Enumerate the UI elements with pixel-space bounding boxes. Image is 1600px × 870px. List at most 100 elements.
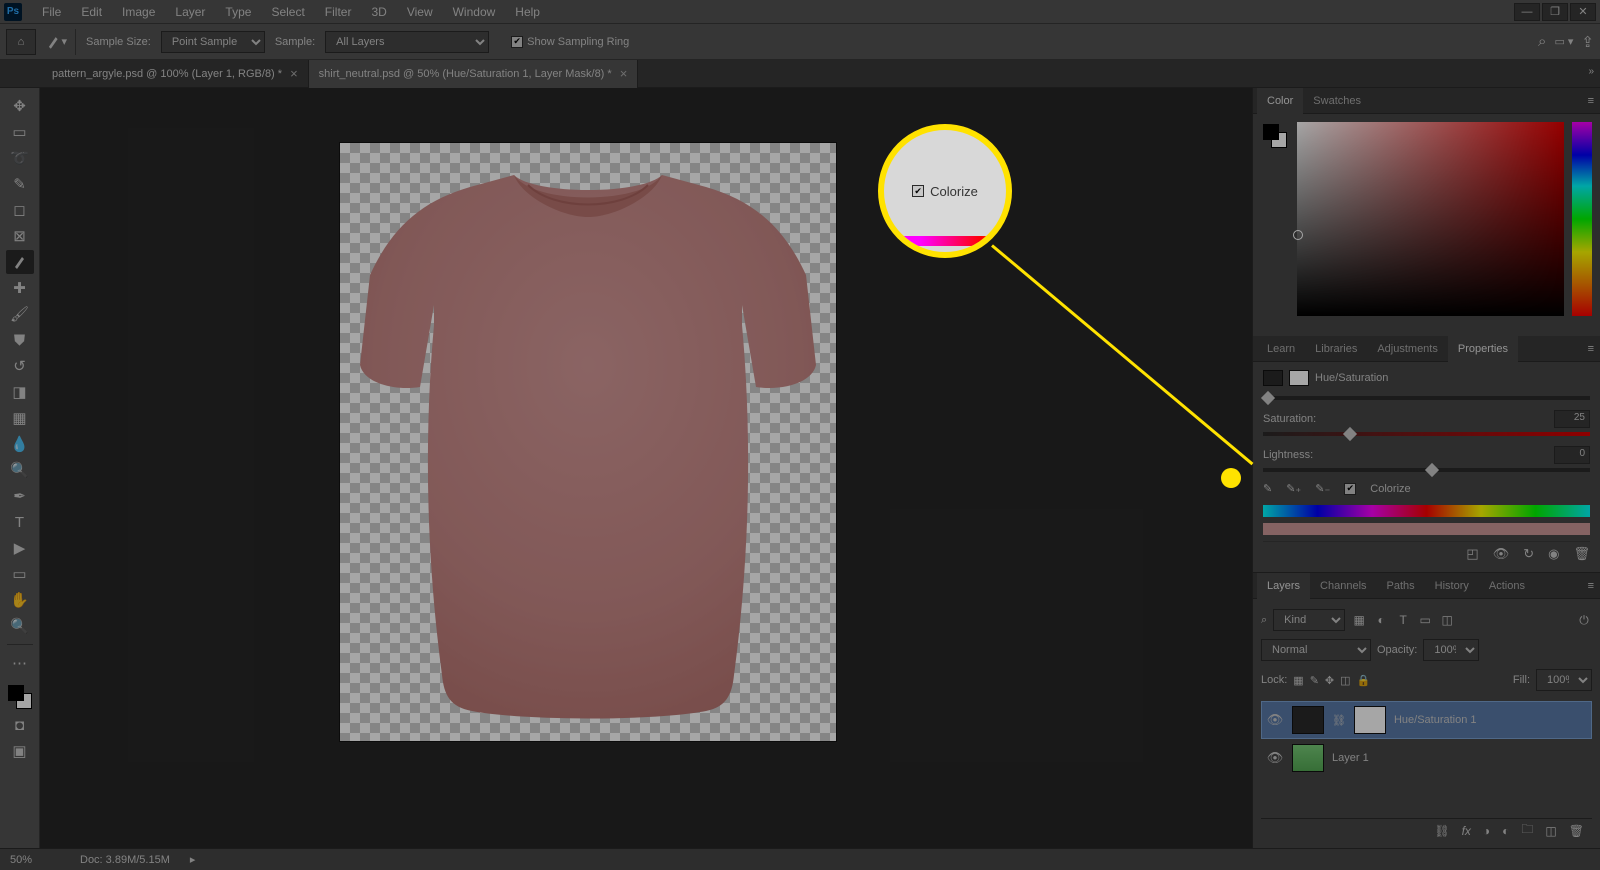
sample-size-select[interactable]: Point Sample [161, 31, 265, 53]
filter-kind-select[interactable]: Kind [1273, 609, 1345, 631]
workspace-icon[interactable]: ▭ ▾ [1554, 35, 1573, 48]
filter-pixel-icon[interactable]: ▦ [1351, 613, 1367, 627]
lock-brush-icon[interactable]: ✎ [1310, 674, 1319, 687]
tab-learn[interactable]: Learn [1257, 336, 1305, 362]
trash-icon[interactable]: 🗑 [1569, 824, 1584, 838]
lock-transparency-icon[interactable]: ▦ [1293, 674, 1303, 687]
filter-shape-icon[interactable]: ▭ [1417, 613, 1433, 627]
menu-filter[interactable]: Filter [315, 5, 362, 19]
menu-type[interactable]: Type [215, 5, 261, 19]
screen-mode-toggle[interactable]: ▣ [6, 739, 34, 763]
visibility-icon[interactable]: 👁 [1266, 712, 1284, 728]
pen-tool[interactable]: ✒ [6, 484, 34, 508]
trash-icon[interactable]: 🗑 [1573, 546, 1590, 562]
link-layers-icon[interactable]: ⛓ [1434, 824, 1449, 838]
fx-icon[interactable]: fx [1462, 824, 1471, 838]
home-button[interactable]: ⌂ [6, 29, 36, 55]
group-icon[interactable]: 🗀 [1521, 820, 1533, 841]
fg-swatch[interactable] [8, 685, 24, 701]
hue-slider[interactable] [1572, 122, 1592, 316]
doc-info[interactable]: Doc: 3.89M/5.15M [80, 854, 170, 866]
panel-menu-icon[interactable]: ≡ [1588, 580, 1594, 592]
preview-icon[interactable]: ◉ [1548, 546, 1559, 562]
menu-3d[interactable]: 3D [361, 5, 396, 19]
type-tool[interactable]: T [6, 510, 34, 534]
clip-icon[interactable]: ◰ [1466, 546, 1478, 562]
fill-input[interactable]: 100% [1536, 669, 1592, 691]
crop-tool[interactable]: ◻ [6, 198, 34, 222]
move-tool[interactable]: ✥ [6, 94, 34, 118]
tab-layers[interactable]: Layers [1257, 573, 1310, 599]
gradient-tool[interactable]: ▦ [6, 406, 34, 430]
opacity-input[interactable]: 100% [1423, 639, 1479, 661]
healing-tool[interactable]: ✚ [6, 276, 34, 300]
window-close[interactable]: ✕ [1570, 3, 1596, 21]
reset-icon[interactable]: ↻ [1523, 546, 1534, 562]
filter-adjust-icon[interactable]: ◐ [1373, 613, 1389, 627]
current-tool-icon[interactable]: ▾ [46, 29, 76, 55]
close-icon[interactable]: × [290, 66, 298, 81]
eyedropper-icon[interactable]: ✎ [1263, 482, 1272, 495]
doc-tab-1[interactable]: shirt_neutral.psd @ 50% (Hue/Saturation … [309, 60, 639, 88]
filter-toggle-icon[interactable]: ⏻ [1576, 613, 1592, 628]
layer-item-hs[interactable]: 👁 ⛓ Hue/Saturation 1 [1261, 701, 1592, 739]
quick-select-tool[interactable]: ✎ [6, 172, 34, 196]
new-layer-icon[interactable]: ◫ [1545, 824, 1556, 838]
saturation-slider[interactable] [1263, 432, 1590, 436]
lock-position-icon[interactable]: ✥ [1325, 674, 1334, 687]
search-icon[interactable]: ⌕ [1538, 33, 1546, 50]
eyedropper-tool[interactable] [6, 250, 34, 274]
share-icon[interactable]: ⇪ [1581, 33, 1594, 51]
lightness-input[interactable]: 0 [1554, 446, 1590, 464]
filter-smart-icon[interactable]: ◫ [1439, 613, 1455, 627]
lock-all-icon[interactable]: 🔒 [1357, 674, 1371, 687]
visibility-icon[interactable]: 👁 [1266, 750, 1284, 766]
tab-adjustments[interactable]: Adjustments [1367, 336, 1448, 362]
lasso-tool[interactable]: ➰ [6, 146, 34, 170]
menu-help[interactable]: Help [505, 5, 550, 19]
mask-add-icon[interactable]: ◑ [1483, 824, 1490, 838]
tab-actions[interactable]: Actions [1479, 573, 1535, 599]
edit-toolbar[interactable]: ⋯ [6, 651, 34, 675]
panel-menu-icon[interactable]: ≡ [1588, 343, 1594, 355]
link-icon[interactable]: ⛓ [1332, 714, 1346, 727]
tab-overflow-icon[interactable]: » [1588, 66, 1594, 77]
tab-color[interactable]: Color [1257, 88, 1303, 114]
panel-menu-icon[interactable]: ≡ [1588, 95, 1594, 107]
tab-history[interactable]: History [1425, 573, 1479, 599]
fg-bg-mini[interactable] [1261, 122, 1289, 150]
stamp-tool[interactable]: ⛊ [6, 328, 34, 352]
eyedropper-sub-icon[interactable]: ✎₋ [1315, 482, 1330, 495]
eraser-tool[interactable]: ◨ [6, 380, 34, 404]
tab-properties[interactable]: Properties [1448, 336, 1518, 362]
sample-select[interactable]: All Layers [325, 31, 489, 53]
menu-window[interactable]: Window [443, 5, 506, 19]
path-select-tool[interactable]: ▶ [6, 536, 34, 560]
lightness-slider[interactable] [1263, 468, 1590, 472]
marquee-tool[interactable]: ▭ [6, 120, 34, 144]
tab-libraries[interactable]: Libraries [1305, 336, 1367, 362]
frame-tool[interactable]: ⊠ [6, 224, 34, 248]
menu-edit[interactable]: Edit [71, 5, 112, 19]
visibility-icon[interactable]: 👁 [1493, 546, 1510, 562]
hand-tool[interactable]: ✋ [6, 588, 34, 612]
window-restore[interactable]: ❐ [1542, 3, 1568, 21]
menu-file[interactable]: File [32, 5, 71, 19]
mask-icon[interactable] [1289, 370, 1309, 386]
menu-image[interactable]: Image [112, 5, 165, 19]
hue-slider-track[interactable] [1263, 396, 1590, 400]
window-minimize[interactable]: — [1514, 3, 1540, 21]
dodge-tool[interactable]: 🔍 [6, 458, 34, 482]
tab-swatches[interactable]: Swatches [1303, 88, 1371, 114]
menu-select[interactable]: Select [261, 5, 314, 19]
blur-tool[interactable]: 💧 [6, 432, 34, 456]
tab-channels[interactable]: Channels [1310, 573, 1376, 599]
quick-mask-toggle[interactable]: ◘ [6, 713, 34, 737]
chevron-right-icon[interactable]: ▸ [190, 853, 196, 866]
filter-type-icon[interactable]: T [1395, 613, 1411, 627]
adjustment-icon[interactable] [1263, 370, 1283, 386]
adjustment-add-icon[interactable]: ◐ [1502, 824, 1509, 838]
brush-tool[interactable]: 🖌 [6, 302, 34, 326]
menu-layer[interactable]: Layer [165, 5, 215, 19]
search-icon[interactable]: ⌕ [1261, 614, 1267, 627]
